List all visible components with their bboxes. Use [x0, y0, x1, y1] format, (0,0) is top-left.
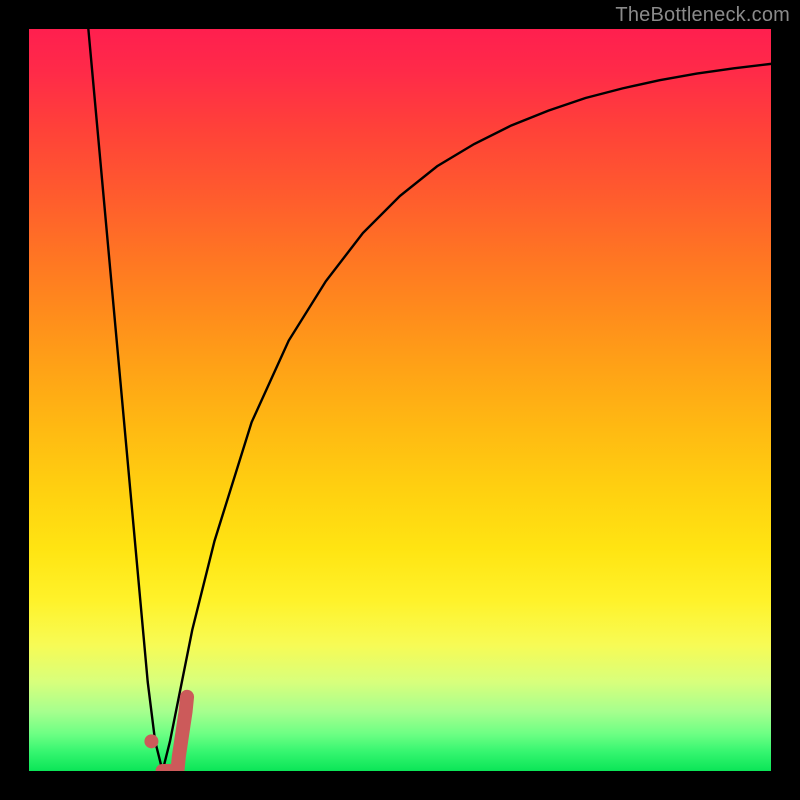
chart-stage: TheBottleneck.com	[0, 0, 800, 800]
curves-svg	[29, 29, 771, 771]
plot-area	[29, 29, 771, 771]
curve-left-branch	[88, 29, 162, 771]
curve-right-branch	[163, 64, 771, 771]
marker-dot	[144, 734, 158, 748]
watermark-text: TheBottleneck.com	[615, 4, 790, 27]
